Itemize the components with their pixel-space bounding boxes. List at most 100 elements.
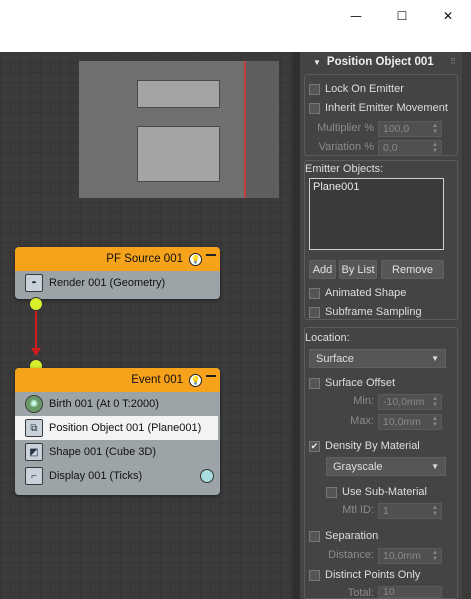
collapse-icon[interactable] — [206, 375, 216, 377]
density-by-material-checkbox[interactable]: ✔ Density By Material — [309, 440, 420, 452]
min-label: Min: — [353, 395, 374, 407]
canvas-divider[interactable] — [292, 52, 300, 599]
spinner-value: 1 — [383, 505, 389, 517]
close-button[interactable]: ✕ — [425, 0, 471, 32]
dropdown-value: Surface — [316, 352, 354, 365]
shape-icon: ◩ — [25, 443, 43, 461]
mtl-id-label: Mtl ID: — [342, 504, 374, 516]
max-spinner[interactable]: 10,0mm ▲ ▼ — [378, 414, 442, 430]
particle-view-canvas[interactable]: PF Source 001 💡 ◓ Render 001 (Geometry) … — [0, 52, 292, 599]
minimize-button[interactable]: — — [333, 0, 379, 32]
pf-source-node[interactable]: PF Source 001 💡 ◓ Render 001 (Geometry) — [15, 247, 220, 299]
density-mode-dropdown[interactable]: Grayscale ▼ — [326, 457, 446, 476]
distinct-points-only-checkbox[interactable]: Distinct Points Only — [309, 569, 420, 581]
checkbox-label: Density By Material — [325, 440, 420, 452]
emitter-objects-label: Emitter Objects: — [305, 163, 384, 175]
collapse-icon[interactable] — [206, 254, 216, 256]
subframe-sampling-checkbox[interactable]: Subframe Sampling — [309, 306, 422, 318]
variation-spinner[interactable]: 0,0 ▲ ▼ — [378, 140, 442, 156]
operator-label: Display 001 (Ticks) — [49, 470, 143, 482]
by-list-button[interactable]: By List — [339, 260, 377, 279]
location-label: Location: — [305, 332, 350, 344]
operator-label: Shape 001 (Cube 3D) — [49, 446, 157, 458]
viewport-preview — [79, 61, 279, 198]
chevron-down-icon: ▼ — [431, 354, 439, 363]
preview-plane-bottom — [137, 126, 220, 182]
separation-checkbox[interactable]: Separation — [309, 530, 378, 542]
min-spinner[interactable]: -10,0mm ▲ ▼ — [378, 394, 442, 410]
use-sub-material-checkbox[interactable]: Use Sub-Material — [326, 486, 427, 498]
spinner-arrows-icon[interactable]: ▲ ▼ — [432, 416, 438, 428]
checkbox-icon — [309, 377, 320, 389]
grip-icon[interactable]: ⠿ — [450, 57, 456, 66]
total-label: Total: — [347, 587, 374, 599]
spinner-value: 10,0mm — [383, 550, 421, 562]
checkbox-icon — [309, 530, 320, 542]
checkbox-label: Lock On Emitter — [325, 83, 404, 95]
multiplier-label: Multiplier % — [317, 122, 374, 134]
animated-shape-checkbox[interactable]: Animated Shape — [309, 287, 406, 299]
birth-icon: ✺ — [25, 395, 43, 413]
wire-arrow-icon — [31, 348, 41, 356]
checkbox-label: Use Sub-Material — [342, 486, 427, 498]
chevron-down-icon: ▼ — [431, 462, 439, 471]
distance-label: Distance: — [328, 549, 374, 561]
collapse-triangle-icon[interactable]: ▼ — [313, 58, 321, 67]
spinner-value: 0,0 — [383, 142, 398, 154]
spinner-arrows-icon[interactable]: ▲ ▼ — [432, 142, 438, 154]
operator-display[interactable]: ⌐ Display 001 (Ticks) — [15, 464, 220, 488]
operator-render[interactable]: ◓ Render 001 (Geometry) — [15, 271, 220, 295]
lightbulb-icon[interactable]: 💡 — [189, 252, 202, 266]
event-node[interactable]: Event 001 💡 ✺ Birth 001 (At 0 T:2000) ⧉ … — [15, 368, 220, 495]
event-title: Event 001 — [131, 374, 183, 386]
event-wire[interactable] — [35, 311, 37, 353]
spinner-arrows-icon[interactable]: ▲ ▼ — [432, 123, 438, 135]
display-icon: ⌐ — [25, 467, 43, 485]
list-item[interactable]: Plane001 — [313, 181, 440, 193]
checkbox-label: Subframe Sampling — [325, 306, 422, 318]
surface-offset-checkbox[interactable]: Surface Offset — [309, 377, 395, 389]
spinner-arrows-icon[interactable]: ▲ ▼ — [432, 505, 438, 517]
spinner-value: 10,0mm — [383, 416, 421, 428]
lightbulb-icon[interactable]: 💡 — [189, 373, 202, 387]
checkbox-label: Animated Shape — [325, 287, 407, 299]
spinner-arrows-icon[interactable]: ▲ ▼ — [432, 396, 438, 408]
maximize-button[interactable]: ☐ — [379, 0, 425, 32]
source-output-port[interactable] — [29, 297, 43, 311]
location-dropdown[interactable]: Surface ▼ — [309, 349, 446, 368]
distance-spinner[interactable]: 10,0mm ▲ ▼ — [378, 548, 442, 564]
event-header[interactable]: Event 001 💡 — [15, 368, 220, 392]
pf-source-title: PF Source 001 — [106, 253, 183, 265]
total-spinner[interactable]: 10 — [378, 586, 442, 598]
preview-side-panel — [244, 61, 279, 198]
checkbox-icon — [309, 287, 320, 299]
spinner-value: 10 — [383, 586, 395, 598]
checkbox-icon — [309, 102, 320, 114]
max-label: Max: — [350, 415, 374, 427]
checkbox-icon — [309, 83, 320, 95]
rollout-header[interactable]: ▼ Position Object 001 — [300, 52, 462, 72]
operator-birth[interactable]: ✺ Birth 001 (At 0 T:2000) — [15, 392, 220, 416]
multiplier-spinner[interactable]: 100,0 ▲ ▼ — [378, 121, 442, 137]
dropdown-value: Grayscale — [333, 460, 383, 473]
event-output-port[interactable] — [200, 469, 214, 483]
checkbox-label: Distinct Points Only — [325, 569, 421, 581]
mtl-id-spinner[interactable]: 1 ▲ ▼ — [378, 503, 442, 519]
operator-position-object[interactable]: ⧉ Position Object 001 (Plane001) — [15, 416, 218, 440]
checkbox-icon — [326, 486, 337, 498]
rollout-title: Position Object 001 — [326, 56, 434, 68]
remove-button[interactable]: Remove — [381, 260, 444, 279]
add-button[interactable]: Add — [309, 260, 336, 279]
operator-label: Birth 001 (At 0 T:2000) — [49, 398, 159, 410]
operator-shape[interactable]: ◩ Shape 001 (Cube 3D) — [15, 440, 220, 464]
lock-on-emitter-checkbox[interactable]: Lock On Emitter — [309, 83, 404, 95]
parameters-panel: ▼ Position Object 001 ⠿ Lock On Emitter … — [300, 52, 462, 599]
panel-scrollbar[interactable] — [462, 52, 471, 599]
spinner-arrows-icon[interactable]: ▲ ▼ — [432, 550, 438, 562]
inherit-emitter-movement-checkbox[interactable]: Inherit Emitter Movement — [309, 102, 448, 114]
checkmark-icon: ✔ — [309, 440, 320, 452]
pf-source-header[interactable]: PF Source 001 💡 — [15, 247, 220, 271]
teapot-render-icon: ◓ — [25, 274, 43, 292]
window-title-bar: — ☐ ✕ — [0, 0, 471, 52]
emitter-objects-list[interactable]: Plane001 — [309, 178, 444, 250]
